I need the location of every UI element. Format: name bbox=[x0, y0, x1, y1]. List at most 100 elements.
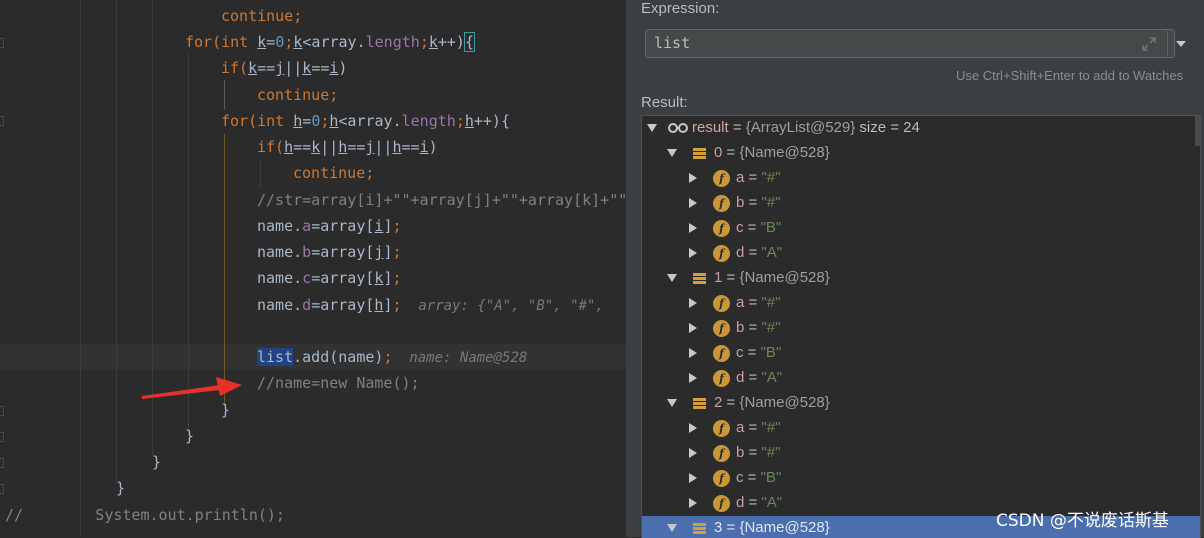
history-dropdown-button[interactable] bbox=[1167, 31, 1194, 56]
collapsed-arrow-icon[interactable] bbox=[689, 223, 697, 233]
expanded-arrow-icon[interactable] bbox=[667, 274, 677, 282]
tree-node-label: b = "#" bbox=[736, 194, 780, 211]
expression-label: Expression: bbox=[641, 0, 720, 17]
collapsed-arrow-icon[interactable] bbox=[689, 373, 697, 383]
field-icon: f bbox=[713, 420, 730, 437]
tree-node[interactable]: fc = "B" bbox=[642, 341, 1200, 366]
tree-node[interactable]: 2 = {Name@528} bbox=[642, 391, 1200, 416]
code-token: name. bbox=[257, 296, 303, 314]
code-token: || bbox=[284, 59, 303, 77]
node-type: {Name@528} bbox=[739, 269, 830, 286]
tree-node[interactable]: f a = "#" bbox=[642, 291, 1200, 316]
tree-node-label: a = "#" bbox=[736, 169, 780, 186]
code-token: c bbox=[302, 269, 312, 287]
code-token: h bbox=[464, 112, 474, 130]
tree-node[interactable]: f b = "#" bbox=[642, 191, 1200, 216]
node-value: "#" bbox=[761, 419, 781, 436]
tree-node-label: c = "B" bbox=[736, 219, 781, 236]
node-value: "#" bbox=[761, 319, 781, 336]
tree-node[interactable]: 1 = {Name@528} bbox=[642, 266, 1200, 291]
node-value: "#" bbox=[761, 194, 781, 211]
collapsed-arrow-icon[interactable] bbox=[689, 348, 697, 358]
code-token: ) bbox=[428, 138, 438, 156]
node-equals: = bbox=[722, 519, 740, 536]
tree-node[interactable]: f b = "#" bbox=[642, 316, 1200, 341]
collapsed-arrow-icon[interactable] bbox=[689, 473, 697, 483]
code-token: for( bbox=[221, 112, 258, 130]
code-line: // System.out.println(); bbox=[5, 502, 285, 528]
fold-marker[interactable] bbox=[0, 116, 4, 126]
expression-input[interactable]: list bbox=[645, 29, 1186, 58]
result-tree[interactable]: result = {ArrayList@529} size = 24 0 = {N… bbox=[641, 115, 1201, 538]
code-token: array: {"A", "B", "#", bbox=[401, 298, 604, 314]
node-type: {ArrayList@529} bbox=[745, 119, 856, 136]
collapsed-arrow-icon[interactable] bbox=[689, 448, 697, 458]
code-token: name: Name@528 bbox=[392, 350, 528, 366]
node-name: c bbox=[736, 469, 744, 486]
fold-marker[interactable] bbox=[0, 458, 4, 468]
tree-node-label: result = {ArrayList@529} size = 24 bbox=[692, 119, 920, 136]
expanded-arrow-icon[interactable] bbox=[667, 524, 677, 532]
tree-node[interactable]: f a = "#" bbox=[642, 166, 1200, 191]
watch-hint: Use Ctrl+Shift+Enter to add to Watches bbox=[956, 68, 1184, 83]
node-equals: = bbox=[722, 144, 740, 161]
collapsed-arrow-icon[interactable] bbox=[689, 423, 697, 433]
code-token: length bbox=[401, 112, 456, 130]
collapsed-arrow-icon[interactable] bbox=[689, 198, 697, 208]
tree-node-label: b = "#" bbox=[736, 319, 780, 336]
fold-marker[interactable] bbox=[0, 432, 4, 442]
tree-node[interactable]: fc = "B" bbox=[642, 216, 1200, 241]
node-equals: = bbox=[743, 344, 761, 361]
code-token: } bbox=[221, 401, 231, 419]
tree-node[interactable]: 0 = {Name@528} bbox=[642, 141, 1200, 166]
code-token: k bbox=[257, 33, 267, 51]
collapsed-arrow-icon[interactable] bbox=[689, 248, 697, 258]
collapsed-arrow-icon[interactable] bbox=[689, 173, 697, 183]
list-item-icon bbox=[693, 523, 706, 534]
tree-node[interactable]: fc = "B" bbox=[642, 466, 1200, 491]
tree-node[interactable]: f d = "A" bbox=[642, 241, 1200, 266]
code-token: } bbox=[185, 427, 195, 445]
node-type: {Name@528} bbox=[739, 519, 830, 536]
code-line: continue; bbox=[221, 3, 302, 29]
fold-marker[interactable] bbox=[0, 406, 4, 416]
code-line: for(int k=0;k<array.length;k++){ bbox=[185, 29, 476, 55]
collapsed-arrow-icon[interactable] bbox=[689, 323, 697, 333]
indent-guide bbox=[260, 160, 261, 188]
fold-marker[interactable] bbox=[0, 484, 4, 494]
expand-icon[interactable] bbox=[1142, 37, 1156, 51]
code-token: ; bbox=[392, 296, 402, 314]
collapsed-arrow-icon[interactable] bbox=[689, 498, 697, 508]
field-icon: f bbox=[713, 320, 730, 337]
expanded-arrow-icon[interactable] bbox=[647, 124, 657, 132]
code-token: i bbox=[419, 138, 429, 156]
node-value: "B" bbox=[760, 344, 782, 361]
watch-glasses-icon bbox=[668, 123, 688, 133]
code-token: { bbox=[463, 32, 476, 52]
code-token: h bbox=[284, 138, 294, 156]
tree-node-label: c = "B" bbox=[736, 344, 781, 361]
code-token: == bbox=[293, 138, 312, 156]
evaluate-expression-panel: Expression: list Use Ctrl+Shift+Enter to… bbox=[626, 0, 1204, 538]
code-token: continue; bbox=[257, 86, 339, 104]
tree-node[interactable]: f a = "#" bbox=[642, 416, 1200, 441]
field-icon: f bbox=[713, 470, 730, 487]
tree-node[interactable]: f b = "#" bbox=[642, 441, 1200, 466]
node-equals: = bbox=[744, 194, 762, 211]
code-token: <array. bbox=[302, 33, 366, 51]
annotation-arrow bbox=[142, 377, 242, 399]
code-token: int bbox=[257, 112, 294, 130]
code-token: .add(name) bbox=[293, 348, 384, 366]
code-token: if( bbox=[221, 59, 249, 77]
fold-marker[interactable] bbox=[0, 38, 4, 48]
code-token: // System.out.println(); bbox=[5, 506, 285, 524]
expanded-arrow-icon[interactable] bbox=[667, 399, 677, 407]
tree-node[interactable]: f d = "A" bbox=[642, 366, 1200, 391]
collapsed-arrow-icon[interactable] bbox=[689, 298, 697, 308]
code-editor[interactable]: continue; for(int k=0;k<array.length;k++)… bbox=[0, 0, 626, 537]
code-token: if( bbox=[257, 138, 285, 156]
code-token: = bbox=[302, 112, 312, 130]
tree-node[interactable]: result = {ArrayList@529} size = 24 bbox=[642, 116, 1200, 141]
expanded-arrow-icon[interactable] bbox=[667, 149, 677, 157]
code-token: == bbox=[257, 59, 276, 77]
